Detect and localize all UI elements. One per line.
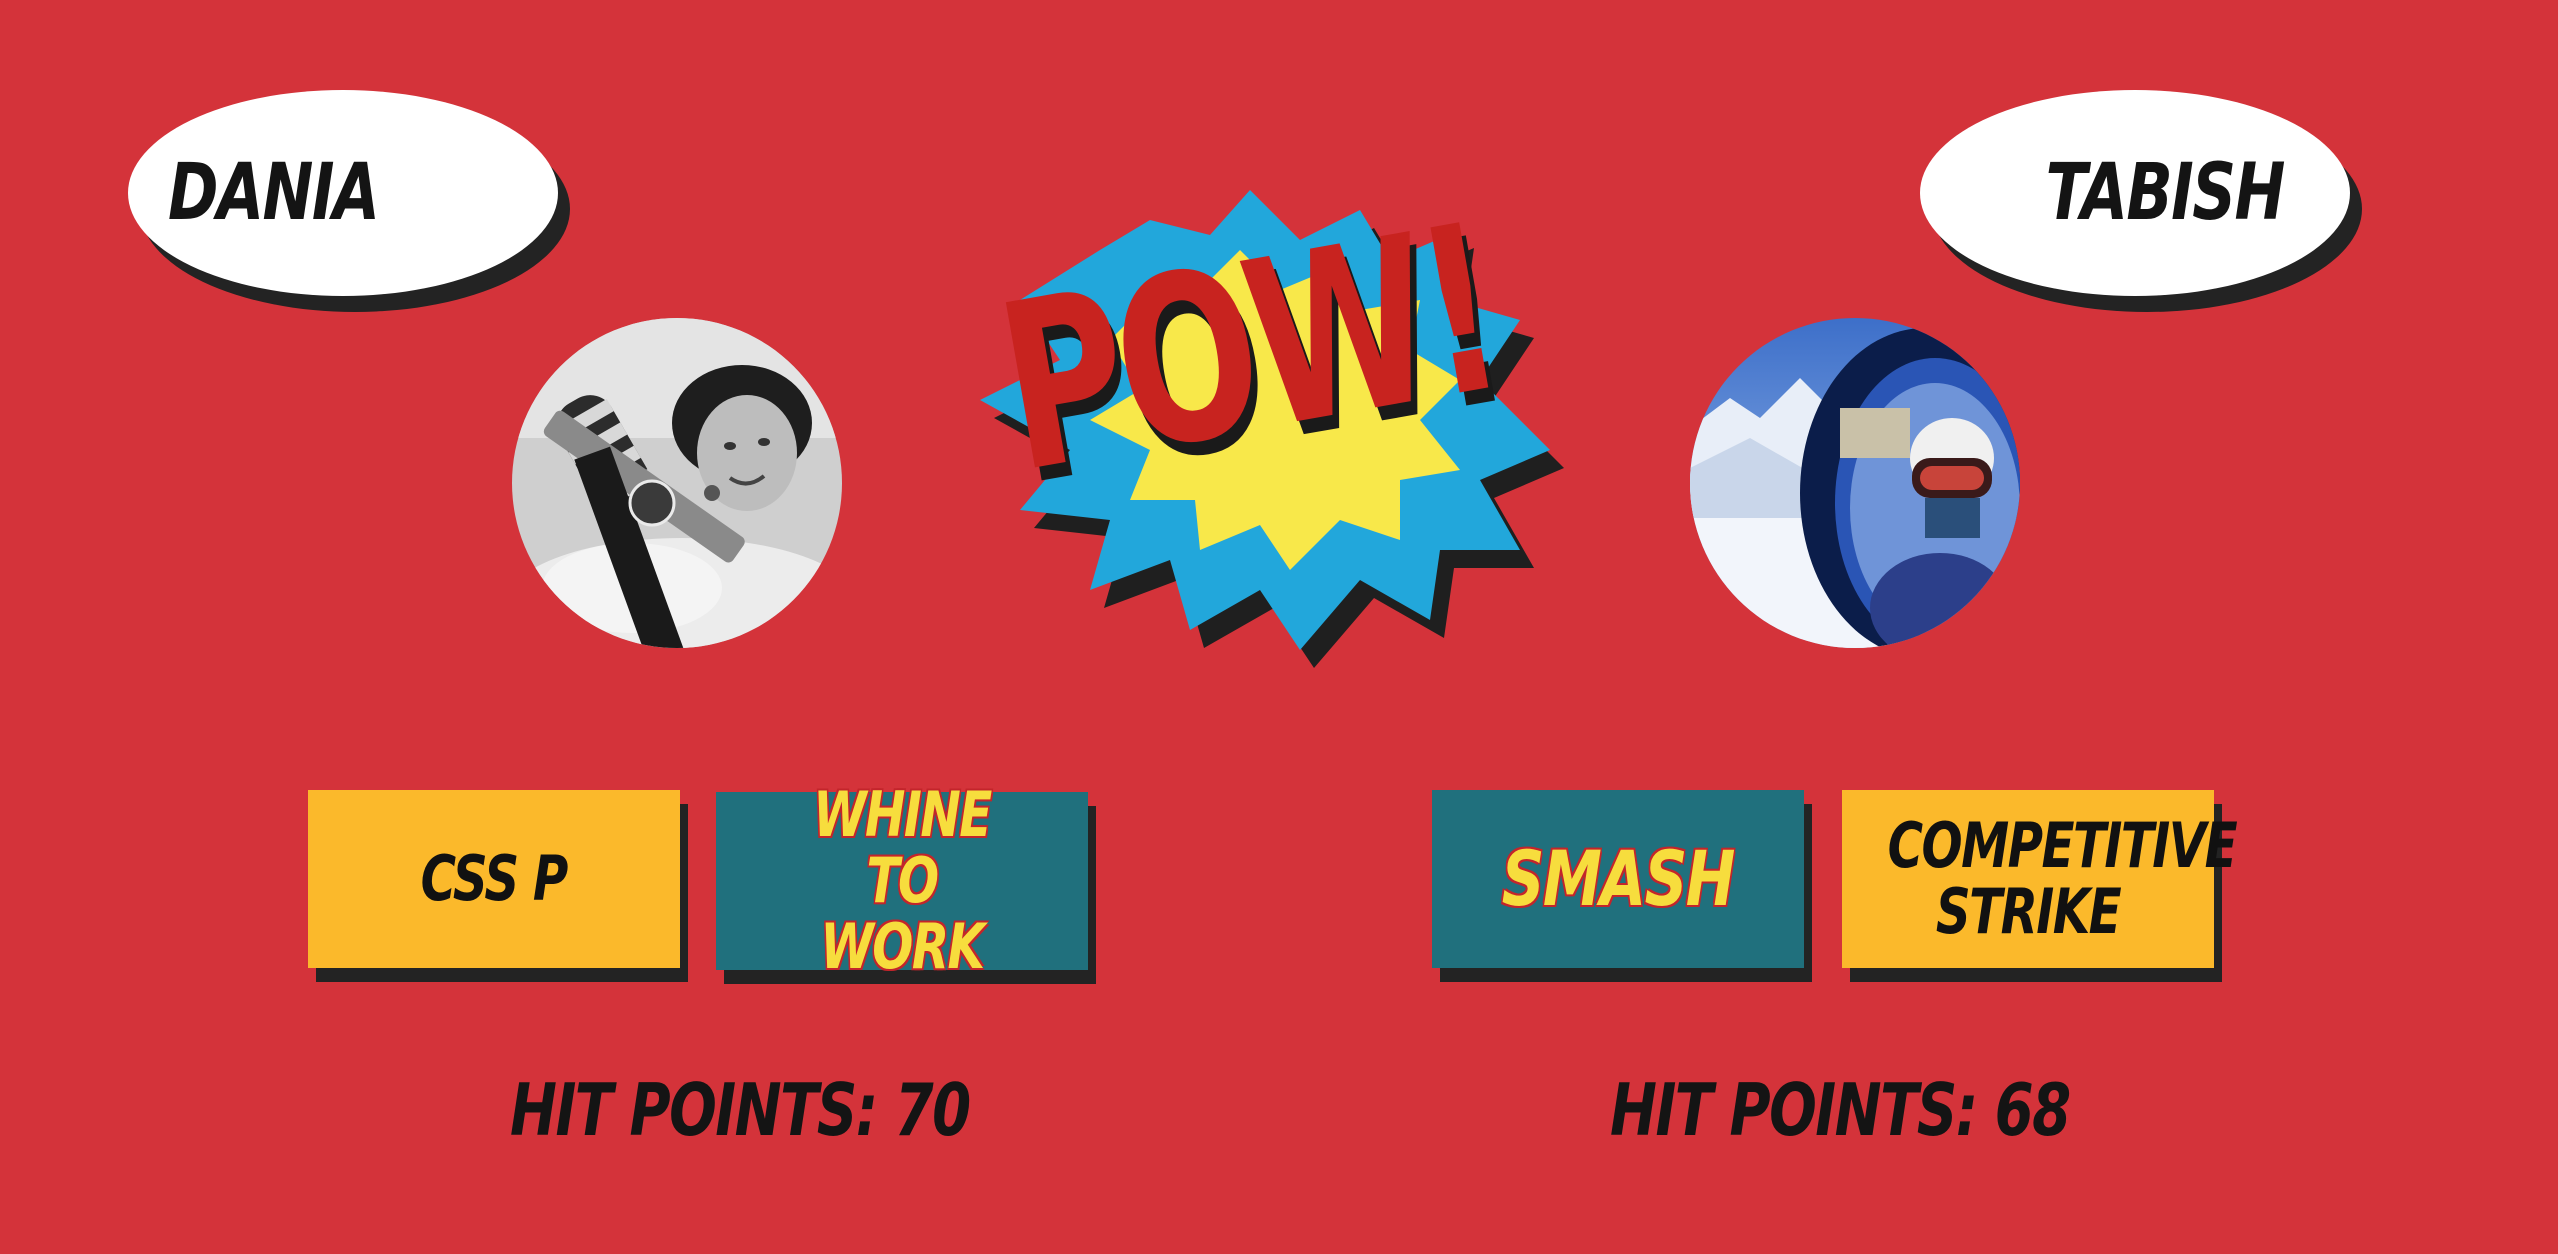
move-button-face[interactable]: WHINE TO WORK <box>716 782 1088 980</box>
move-label: COMPETITIVE STRIKE <box>1887 809 2238 948</box>
player-photo-tabish-icon <box>1690 318 2020 648</box>
hit-points-value: 70 <box>894 1068 972 1152</box>
move-button-css-p[interactable]: CSS P <box>308 790 688 982</box>
player-photo-dania-icon <box>512 318 842 648</box>
player-right-name: TABISH <box>2045 148 2286 238</box>
hit-points-text: HIT POINTS: 68 <box>1610 1068 2072 1152</box>
move-button-face[interactable]: CSS P <box>308 790 680 968</box>
speech-bubble: TABISH <box>1920 90 2350 296</box>
hit-points-label: HIT POINTS: <box>510 1068 878 1152</box>
move-button-smash[interactable]: SMASH <box>1432 790 1812 982</box>
hit-points-label: HIT POINTS: <box>1610 1068 1978 1152</box>
player-right-hit-points: HIT POINTS: 68 <box>1610 1068 2199 1152</box>
move-label: CSS P <box>420 842 569 915</box>
move-button-whine-to-work[interactable]: WHINE TO WORK <box>716 782 1096 984</box>
comic-burst-icon: POW! POW! <box>980 176 1564 668</box>
player-right-avatar <box>1690 318 2020 648</box>
move-label: WHINE TO WORK <box>813 778 992 983</box>
player-left-name: DANIA <box>168 148 380 238</box>
move-button-face[interactable]: SMASH <box>1432 790 1804 968</box>
pow-burst: POW! POW! <box>960 150 1640 710</box>
player-left-hit-points: HIT POINTS: 70 <box>510 1068 1099 1152</box>
move-button-competitive-strike[interactable]: COMPETITIVE STRIKE <box>1842 790 2238 982</box>
hit-points-text: HIT POINTS: 70 <box>510 1068 972 1152</box>
hit-points-value: 68 <box>1994 1068 2072 1152</box>
player-left-name-bubble: DANIA <box>128 90 570 312</box>
move-label: SMASH <box>1501 834 1736 923</box>
player-right-name-bubble: TABISH <box>1920 90 2362 312</box>
player-left-avatar <box>512 318 842 648</box>
speech-bubble: DANIA <box>128 90 558 296</box>
move-button-face[interactable]: COMPETITIVE STRIKE <box>1842 790 2238 968</box>
